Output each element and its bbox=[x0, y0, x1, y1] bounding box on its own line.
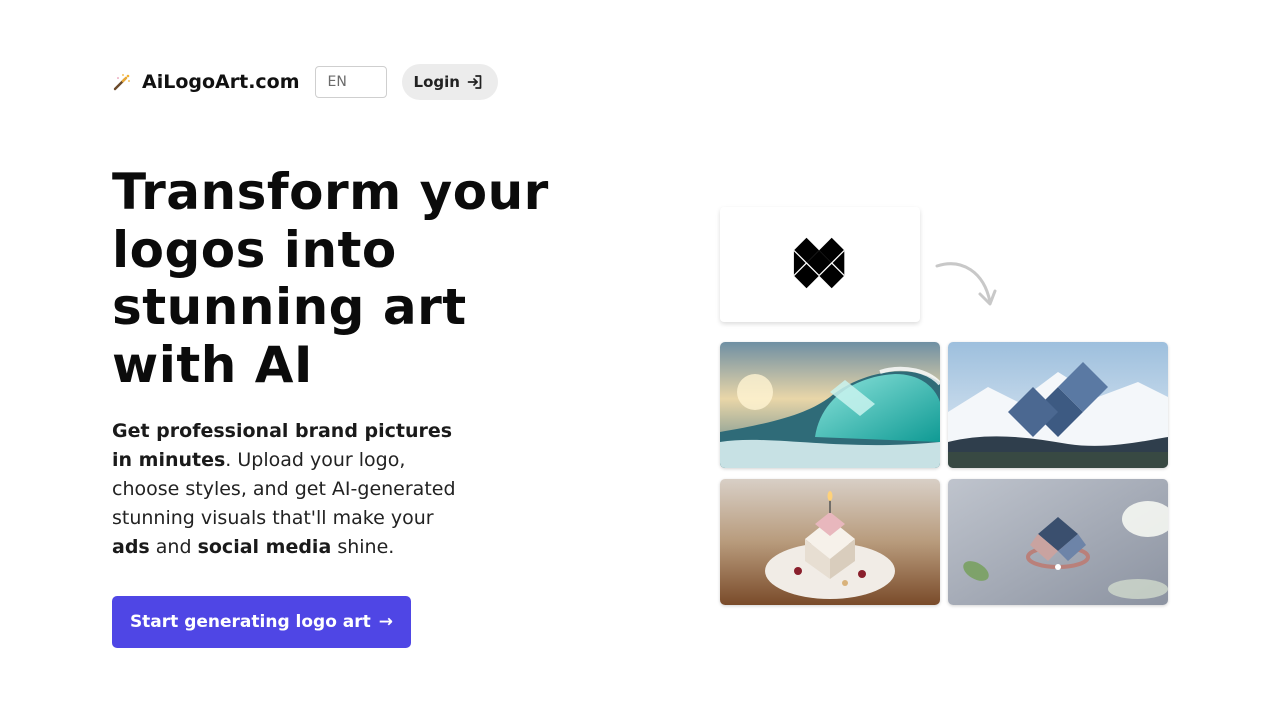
subtext-part-2: and bbox=[149, 536, 198, 558]
subtext-bold-social: social media bbox=[197, 536, 332, 558]
hero-subtext: Get professional brand pictures in minut… bbox=[112, 417, 472, 562]
cake-logo-art[interactable] bbox=[720, 479, 940, 605]
hero-headline: Transform your logos into stunning art w… bbox=[112, 163, 549, 394]
start-generating-button[interactable]: Start generating logo art → bbox=[112, 596, 411, 648]
brand[interactable]: AiLogoArt.com bbox=[112, 71, 300, 93]
wave-logo-art[interactable] bbox=[720, 342, 940, 468]
magic-wand-icon bbox=[112, 72, 132, 92]
brand-name: AiLogoArt.com bbox=[142, 71, 300, 93]
ring-logo-art[interactable] bbox=[948, 479, 1168, 605]
login-button[interactable]: Login bbox=[401, 64, 498, 100]
subtext-bold-ads: ads bbox=[112, 536, 150, 558]
mountain-logo-art[interactable] bbox=[948, 342, 1168, 468]
subtext-part-3: shine. bbox=[331, 536, 395, 558]
language-select[interactable]: EN bbox=[314, 66, 387, 98]
login-label: Login bbox=[413, 73, 460, 91]
top-bar: AiLogoArt.com EN Login bbox=[112, 64, 498, 100]
source-logo-card bbox=[720, 207, 920, 322]
curved-arrow-icon bbox=[932, 258, 1002, 312]
cta-label: Start generating logo art bbox=[129, 612, 371, 632]
arrow-right-icon: → bbox=[378, 612, 394, 632]
login-icon bbox=[466, 73, 484, 91]
diamond-logo-icon bbox=[793, 236, 847, 294]
